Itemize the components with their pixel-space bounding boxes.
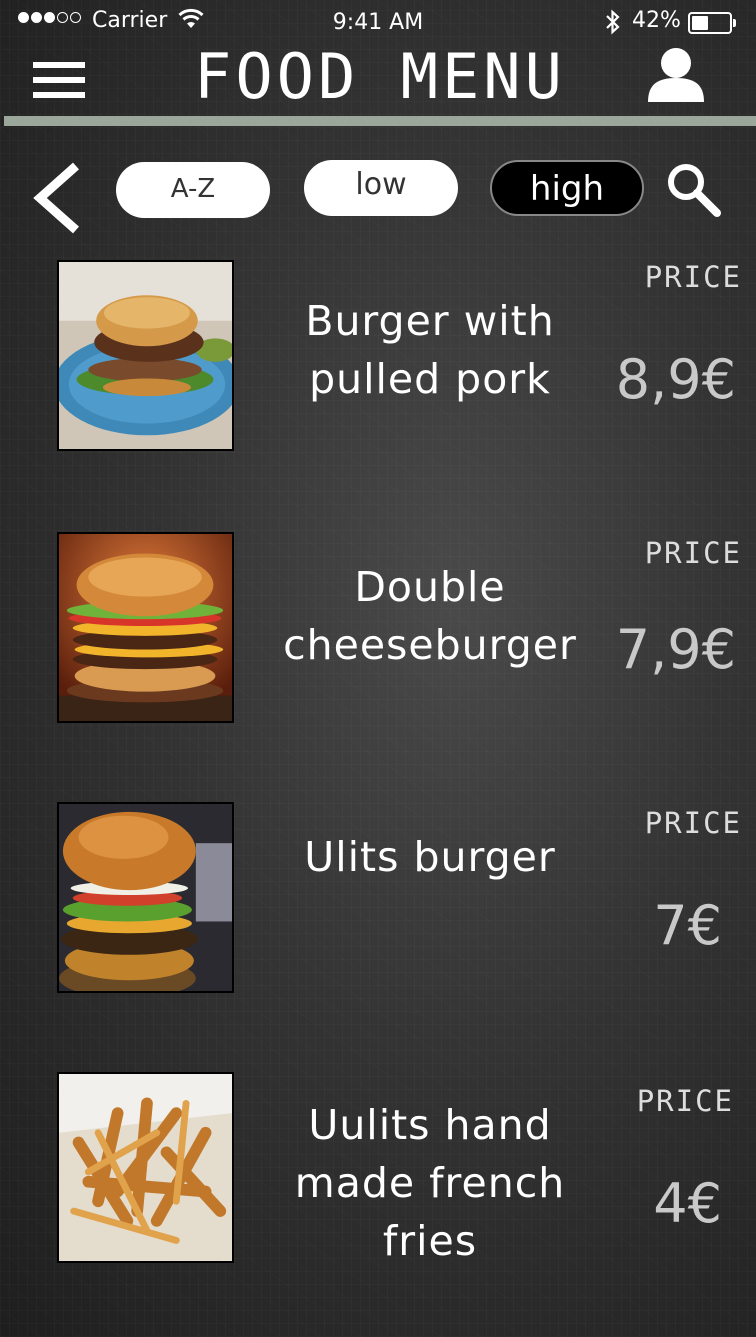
item-name: Double cheeseburger <box>250 558 610 674</box>
item-name-line: cheeseburger <box>283 621 577 669</box>
item-name: Ulits burger <box>250 828 610 886</box>
french-fries-image <box>57 1072 234 1263</box>
hamburger-menu-icon[interactable] <box>33 62 85 104</box>
item-name-line: fries <box>382 1217 478 1265</box>
item-name-line: pulled pork <box>309 355 551 403</box>
menu-item[interactable]: Uulits hand made french fries PRICE 4€ <box>0 1072 756 1272</box>
sort-price-high-button[interactable]: high <box>490 160 644 216</box>
ulits-burger-image <box>57 802 234 993</box>
pulled-pork-burger-image <box>57 260 234 451</box>
item-name: Uulits hand made french fries <box>250 1096 610 1270</box>
chevron-left-icon[interactable] <box>30 160 86 236</box>
battery-icon <box>688 12 736 34</box>
item-name-line: Double <box>354 563 506 611</box>
page-title: FOOD MENU <box>194 40 566 113</box>
item-name-line: Ulits burger <box>304 833 556 881</box>
price-label: PRICE <box>644 806 742 840</box>
item-name: Burger with pulled pork <box>250 292 610 408</box>
price-label: PRICE <box>644 260 742 294</box>
battery-percentage: 42% <box>632 8 681 33</box>
price-value: 7,9€ <box>615 618 736 681</box>
menu-item[interactable]: Burger with pulled pork PRICE 8,9€ <box>0 260 756 460</box>
item-name-line: Uulits hand <box>308 1101 552 1149</box>
sort-az-button[interactable]: A-Z <box>116 162 270 218</box>
price-value: 7€ <box>653 894 722 957</box>
bluetooth-icon <box>606 9 620 35</box>
status-bar: Carrier 9:41 AM 42% <box>0 0 756 44</box>
user-icon[interactable] <box>646 44 706 104</box>
price-label: PRICE <box>636 1084 734 1118</box>
menu-item[interactable]: Double cheeseburger PRICE 7,9€ <box>0 532 756 732</box>
food-menu-screen: Carrier 9:41 AM 42% FOOD MENU A-Z low hi… <box>0 0 756 1337</box>
item-name-line: Burger with <box>305 297 555 345</box>
sort-price-low-button[interactable]: low <box>304 160 458 216</box>
price-value: 4€ <box>653 1172 722 1235</box>
menu-item[interactable]: Ulits burger PRICE 7€ <box>0 802 756 1002</box>
price-value: 8,9€ <box>615 348 736 411</box>
item-name-line: made french <box>294 1159 566 1207</box>
search-icon[interactable] <box>664 160 722 218</box>
price-label: PRICE <box>644 536 742 570</box>
double-cheeseburger-image <box>57 532 234 723</box>
header-divider <box>4 116 756 126</box>
